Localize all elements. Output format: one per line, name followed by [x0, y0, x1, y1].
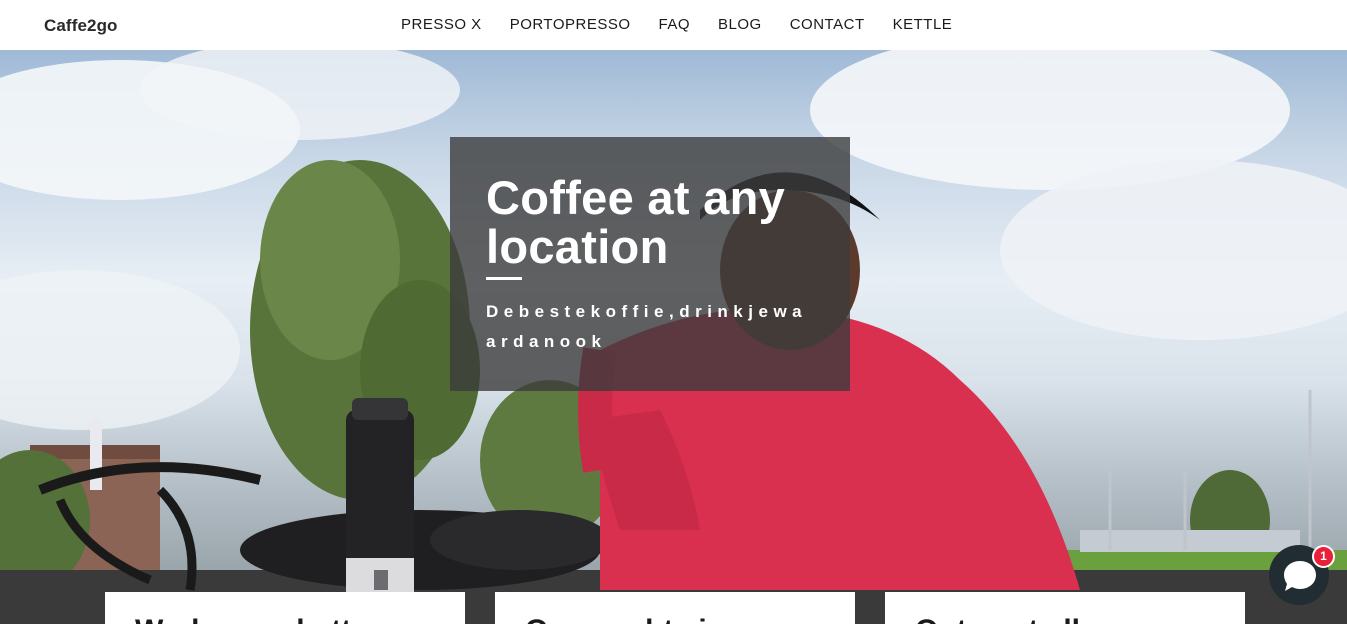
- title-underline: [486, 277, 522, 280]
- notification-badge: 1: [1312, 545, 1335, 568]
- site-header: Caffe2go PRESSO X PORTOPRESSO FAQ BLOG C…: [0, 0, 1347, 50]
- main-nav: PRESSO X PORTOPRESSO FAQ BLOG CONTACT KE…: [401, 16, 952, 33]
- feature-card-3-title: Ontmoet elkaar: [915, 614, 1133, 624]
- nav-item-faq[interactable]: FAQ: [659, 16, 691, 33]
- feature-card-2-title: Overnacht vier: [525, 614, 735, 624]
- hero-subtitle: Debestekoffie,drinkjewaardanook: [486, 302, 808, 351]
- feature-card-1[interactable]: Werk overal otter: [105, 592, 465, 624]
- nav-item-presso-x[interactable]: PRESSO X: [401, 16, 482, 33]
- nav-item-contact[interactable]: CONTACT: [790, 16, 865, 33]
- feature-card-1-title: Werk overal otter: [135, 614, 380, 624]
- logo[interactable]: Caffe2go: [44, 16, 118, 36]
- nav-item-blog[interactable]: BLOG: [718, 16, 762, 33]
- nav-item-portopresso[interactable]: PORTOPRESSO: [510, 16, 631, 33]
- feature-card-2[interactable]: Overnacht vier: [495, 592, 855, 624]
- hero-title: Coffee at any location: [486, 171, 786, 273]
- hero-section: Coffee at any location Debestekoffie,dri…: [0, 50, 1347, 624]
- feature-card-3[interactable]: Ontmoet elkaar: [885, 592, 1245, 624]
- chat-launcher-button[interactable]: 1: [1269, 545, 1335, 605]
- hero-overlay: Coffee at any location Debestekoffie,dri…: [450, 137, 850, 391]
- chat-bubble-icon: [1284, 561, 1316, 591]
- nav-item-kettle[interactable]: KETTLE: [893, 16, 953, 33]
